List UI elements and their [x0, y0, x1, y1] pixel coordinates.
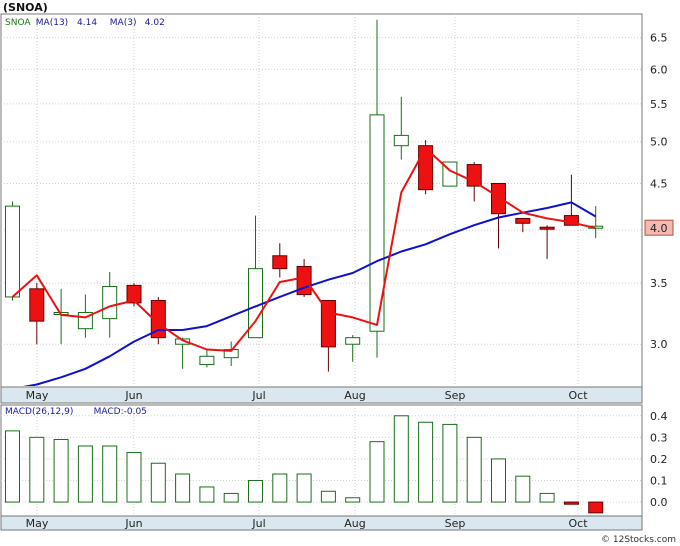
- price-tick-label: 5.0: [650, 136, 668, 149]
- macd-month-label: Jun: [124, 517, 142, 530]
- price-legend-item: MA(3): [110, 18, 137, 28]
- stock-chart: 3.03.54.04.55.05.56.06.54.0 0.00.10.20.3…: [0, 1, 676, 545]
- macd-tick-label: 0.3: [650, 431, 668, 444]
- macd-bar: [320, 490, 336, 503]
- price-tick-label: 6.0: [650, 63, 668, 76]
- price-tick-label: 5.5: [650, 98, 668, 111]
- macd-tick-label: 0.0: [650, 496, 668, 509]
- price-tick-label: 4.5: [650, 177, 668, 190]
- candle-body: [393, 134, 409, 147]
- price-xaxis-band: [0, 386, 643, 404]
- price-legend-item: MA(13): [36, 18, 68, 28]
- macd-bar: [199, 486, 215, 503]
- macd-bar: [272, 473, 288, 503]
- candle-body: [491, 182, 506, 215]
- macd-bar: [345, 497, 361, 503]
- price-tick-label: 6.5: [650, 32, 668, 45]
- macd-bar: [296, 473, 312, 503]
- price-tick-label: 3.5: [650, 277, 668, 290]
- macd-bar: [223, 492, 239, 503]
- macd-bar: [588, 501, 604, 514]
- price-legend-item: SNOA: [5, 18, 31, 28]
- candle-body: [466, 164, 482, 187]
- price-legend-item: 4.14: [77, 18, 97, 28]
- price-month-label: May: [26, 389, 49, 402]
- macd-axis: 0.0 0.1 0.2 0.3 0.4: [650, 410, 668, 509]
- candle-body: [345, 337, 361, 345]
- watermark: © 12Stocks.com: [601, 535, 676, 545]
- macd-legend-item: MACD:-0.05: [94, 407, 147, 417]
- price-month-label: Oct: [568, 389, 588, 402]
- macd-bar: [418, 421, 434, 503]
- candle-body: [515, 217, 531, 224]
- macd-bar: [442, 423, 458, 503]
- last-price-label: 4.0: [650, 222, 668, 235]
- macd-bar: [369, 441, 385, 503]
- price-month-label: Sep: [445, 389, 466, 402]
- macd-bar: [539, 492, 555, 503]
- price-month-label: Jun: [124, 389, 142, 402]
- macd-bar: [126, 451, 142, 503]
- candle-body: [320, 299, 336, 348]
- price-tick-label: 3.0: [650, 338, 668, 351]
- candle-body: [539, 226, 555, 230]
- price-month-label: Jul: [251, 389, 265, 402]
- price-month-label: Aug: [344, 389, 365, 402]
- macd-bar: [563, 501, 579, 505]
- macd-month-label: May: [26, 517, 49, 530]
- candle-body: [29, 288, 45, 322]
- macd-bar: [77, 445, 93, 503]
- macd-bar: [150, 462, 166, 503]
- macd-month-label: Aug: [344, 517, 365, 530]
- candle-body: [272, 255, 288, 270]
- macd-tick-label: 0.1: [650, 474, 668, 487]
- macd-bar: [466, 436, 482, 503]
- price-legend-item: 4.02: [145, 18, 165, 28]
- macd-month-label: Oct: [568, 517, 588, 530]
- macd-month-label: Sep: [445, 517, 466, 530]
- macd-legend-item: MACD(26,12,9): [5, 407, 73, 417]
- macd-bar: [491, 458, 506, 503]
- macd-bar: [248, 479, 263, 503]
- macd-bar: [5, 430, 20, 503]
- macd-tick-label: 0.2: [650, 453, 668, 466]
- macd-bar: [53, 439, 69, 503]
- price-axis: 3.03.54.04.55.05.56.06.54.0: [644, 32, 674, 351]
- macd-tick-label: 0.4: [650, 410, 668, 423]
- macd-bar: [29, 436, 45, 503]
- macd-month-label: Jul: [251, 517, 265, 530]
- candle-body: [102, 286, 118, 320]
- chart-title: (SNOA): [3, 1, 48, 14]
- macd-bar: [175, 473, 191, 503]
- macd-bar: [393, 415, 409, 503]
- candle-body: [5, 205, 20, 298]
- macd-xaxis-band: [0, 515, 643, 531]
- candle-body: [199, 355, 215, 366]
- macd-bar: [515, 475, 531, 503]
- macd-bar: [102, 445, 118, 503]
